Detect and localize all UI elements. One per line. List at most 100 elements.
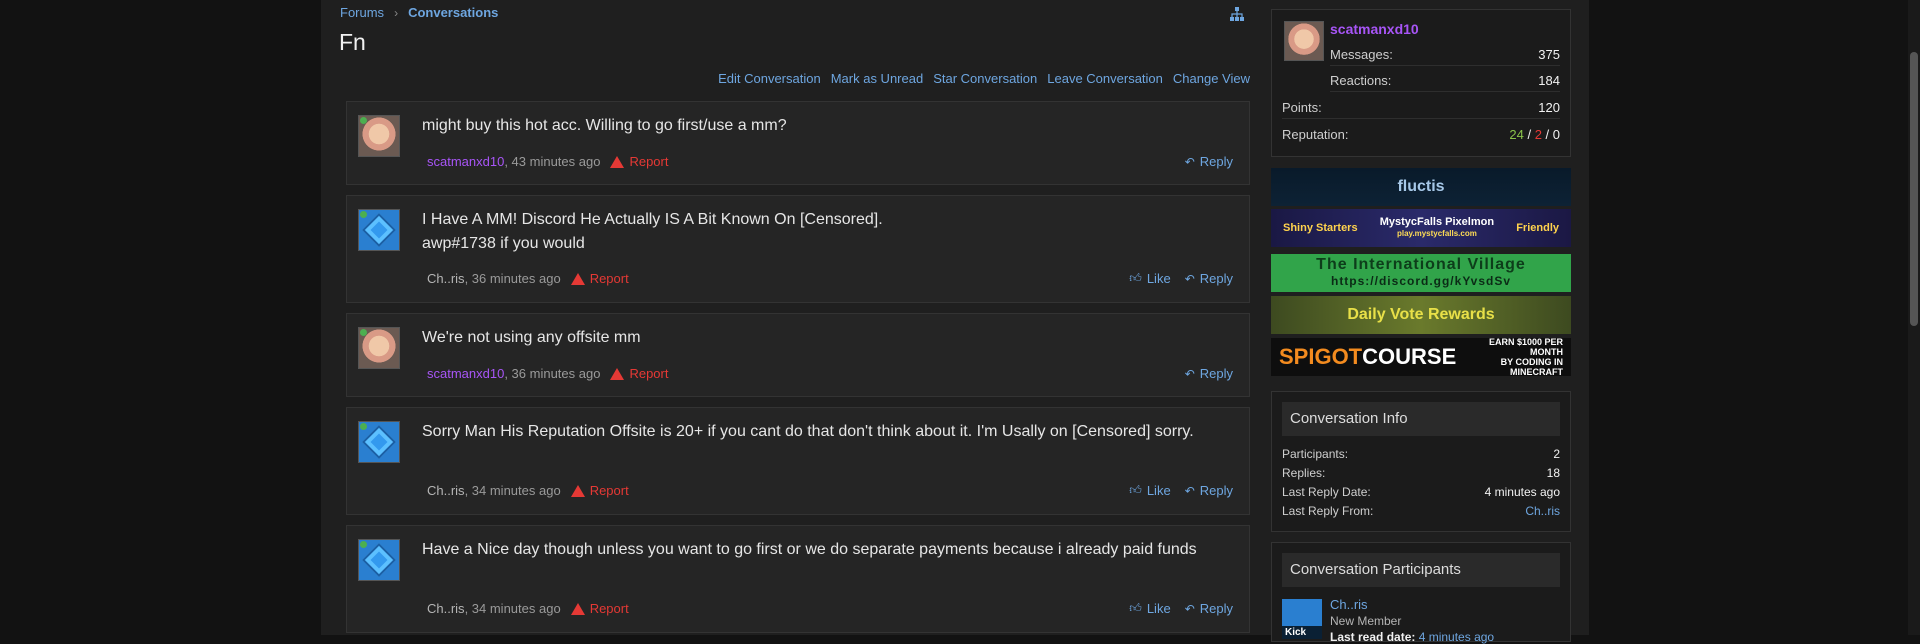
avatar[interactable]: [358, 209, 400, 251]
report-button[interactable]: Report: [570, 601, 629, 616]
reply-button[interactable]: ↶ Reply: [1185, 483, 1233, 498]
rep-separator: /: [1541, 127, 1553, 142]
message-meta: Ch..ris, 34 minutes ago Report: [427, 601, 629, 616]
report-button[interactable]: Report: [570, 483, 629, 498]
like-button[interactable]: 👍︎ Like: [1129, 483, 1170, 498]
message-author[interactable]: Ch..ris: [427, 271, 465, 286]
message-author[interactable]: Ch..ris: [427, 601, 465, 616]
banner-mystycfalls[interactable]: Shiny Starters MystycFalls Pixelmon play.…: [1271, 209, 1571, 247]
avatar[interactable]: [358, 421, 400, 463]
banner-international-village[interactable]: The International Village https://discor…: [1271, 254, 1571, 292]
message-time[interactable]: , 36 minutes ago: [465, 271, 561, 286]
message-item: might buy this hot acc. Willing to go fi…: [346, 101, 1250, 185]
message-author[interactable]: Ch..ris: [427, 483, 465, 498]
rep-positive: 24: [1509, 127, 1524, 142]
banner-text: COURSE: [1362, 344, 1457, 369]
banner-text: BY CODING IN MINECRAFT: [1500, 357, 1563, 376]
like-label: Like: [1146, 601, 1171, 616]
info-value[interactable]: 4 minutes ago: [1485, 485, 1560, 499]
scrollbar[interactable]: [1908, 0, 1920, 635]
message-controls: ↶ Reply: [1185, 154, 1233, 169]
avatar[interactable]: [358, 327, 400, 369]
warning-icon: [610, 367, 625, 380]
message-controls: 👍︎ Like ↶ Reply: [1129, 271, 1233, 286]
edit-conversation-link[interactable]: Edit Conversation: [718, 71, 821, 86]
stat-reputation: Reputation: 24 / 2 / 0: [1282, 124, 1560, 146]
banner-daily-vote[interactable]: Daily Vote Rewards: [1271, 296, 1571, 334]
info-label: Replies:: [1282, 466, 1326, 480]
stat-value[interactable]: 120: [1538, 97, 1560, 119]
sitemap-icon[interactable]: [1229, 6, 1245, 22]
info-label: Last Reply Date:: [1282, 485, 1371, 499]
info-label: Participants:: [1282, 447, 1349, 461]
message-time[interactable]: , 43 minutes ago: [504, 154, 600, 169]
message-text: We're not using any offsite mm: [422, 329, 641, 346]
stat-value: 24 / 2 / 0: [1509, 124, 1560, 146]
chevron-right-icon: ›: [394, 5, 399, 20]
banner-text: MystycFalls Pixelmon: [1379, 216, 1495, 228]
message-time[interactable]: , 34 minutes ago: [465, 601, 561, 616]
info-value: 18: [1546, 466, 1560, 480]
banner-tagline: EARN $1000 PER MONTH BY CODING IN MINECRA…: [1456, 338, 1563, 376]
avatar[interactable]: [358, 115, 400, 157]
message-author[interactable]: scatmanxd10: [427, 154, 504, 169]
report-button[interactable]: Report: [570, 271, 629, 286]
reply-button[interactable]: ↶ Reply: [1185, 271, 1233, 286]
message-meta: Ch..ris, 36 minutes ago Report: [427, 271, 629, 286]
like-label: Like: [1146, 483, 1171, 498]
banner-url: play.mystycfalls.com: [1396, 229, 1477, 238]
banner-logo: SPIGOTCOURSE: [1279, 344, 1456, 370]
participant-avatar[interactable]: Kick: [1282, 599, 1322, 639]
user-avatar[interactable]: [1284, 21, 1324, 61]
reply-button[interactable]: ↶ Reply: [1185, 366, 1233, 381]
rep-separator: /: [1523, 127, 1535, 142]
info-value[interactable]: Ch..ris: [1525, 504, 1560, 518]
username[interactable]: scatmanxd10: [1330, 21, 1419, 37]
reply-label: Reply: [1199, 271, 1233, 286]
info-last-from: Last Reply From: Ch..ris: [1282, 504, 1560, 518]
rep-neutral: 0: [1552, 127, 1560, 142]
report-button[interactable]: Report: [610, 154, 668, 169]
message-author[interactable]: scatmanxd10: [427, 366, 504, 381]
reply-button[interactable]: ↶ Reply: [1185, 154, 1233, 169]
online-indicator: [360, 541, 367, 548]
stat-label: Reputation:: [1282, 127, 1349, 142]
banner-fluctis[interactable]: fluctis: [1271, 168, 1571, 206]
breadcrumb-conversations[interactable]: Conversations: [408, 5, 498, 20]
reply-icon: ↶: [1184, 601, 1195, 616]
stat-label: Messages:: [1330, 47, 1393, 62]
info-last-date: Last Reply Date: 4 minutes ago: [1282, 485, 1560, 499]
banner-spigot-course[interactable]: SPIGOTCOURSE EARN $1000 PER MONTH BY CODI…: [1271, 338, 1571, 376]
message-text: Have a Nice day though unless you want t…: [422, 541, 1197, 558]
banner-text: Daily Vote Rewards: [1347, 306, 1495, 323]
kick-button[interactable]: Kick: [1282, 626, 1322, 639]
info-label: Last Reply From:: [1282, 504, 1374, 518]
message-time[interactable]: , 36 minutes ago: [504, 366, 600, 381]
scrollbar-thumb[interactable]: [1910, 52, 1918, 326]
avatar[interactable]: [358, 539, 400, 581]
report-label: Report: [589, 483, 629, 498]
thumbs-up-icon: 👍︎: [1129, 601, 1142, 615]
rep-negative: 2: [1534, 127, 1542, 142]
banner-text: The International Village: [1316, 256, 1526, 273]
like-button[interactable]: 👍︎ Like: [1129, 601, 1170, 616]
stat-value[interactable]: 184: [1538, 70, 1560, 92]
reply-icon: ↶: [1184, 366, 1195, 381]
reply-label: Reply: [1199, 483, 1233, 498]
info-participants: Participants: 2: [1282, 447, 1560, 461]
mark-unread-link[interactable]: Mark as Unread: [831, 71, 923, 86]
reply-button[interactable]: ↶ Reply: [1185, 601, 1233, 616]
participant-name[interactable]: Ch..ris: [1330, 597, 1368, 612]
change-view-link[interactable]: Change View: [1173, 71, 1250, 86]
report-button[interactable]: Report: [610, 366, 668, 381]
like-button[interactable]: 👍︎ Like: [1129, 271, 1170, 286]
breadcrumb-forums[interactable]: Forums: [340, 5, 384, 20]
message-time[interactable]: , 34 minutes ago: [465, 483, 561, 498]
message-item: Have a Nice day though unless you want t…: [346, 525, 1250, 633]
star-conversation-link[interactable]: Star Conversation: [933, 71, 1037, 86]
last-read-value[interactable]: 4 minutes ago: [1419, 630, 1494, 644]
leave-conversation-link[interactable]: Leave Conversation: [1047, 71, 1163, 86]
message-item: We're not using any offsite mm scatmanxd…: [346, 313, 1250, 397]
stat-value[interactable]: 375: [1538, 44, 1560, 66]
reply-icon: ↶: [1184, 271, 1195, 286]
